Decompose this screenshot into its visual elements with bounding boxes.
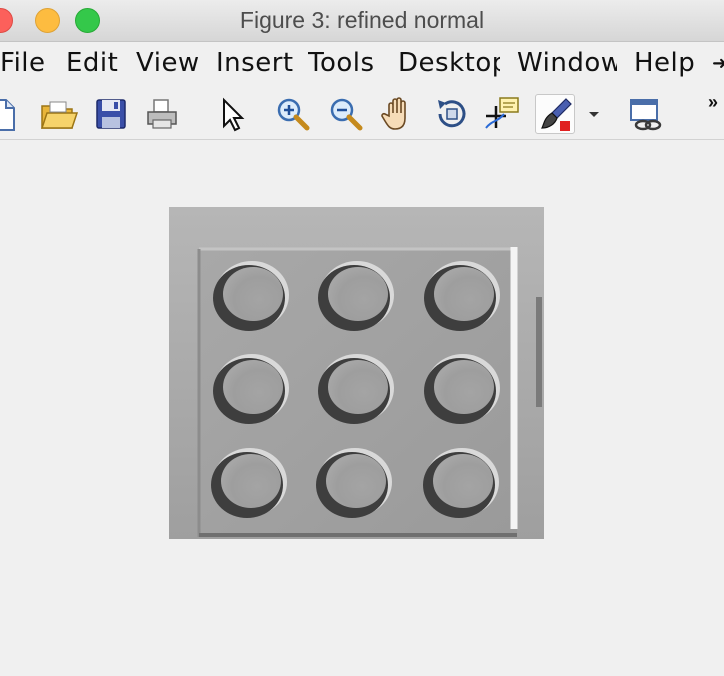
- new-document-icon: [0, 99, 15, 131]
- menu-view[interactable]: View: [136, 48, 200, 78]
- window-title: Figure 3: refined normal: [239, 7, 485, 33]
- menu-file[interactable]: File: [0, 48, 46, 78]
- zoom-in-button[interactable]: [273, 94, 313, 134]
- zoom-in-icon: [277, 98, 310, 131]
- pointer-arrow-icon: [223, 97, 245, 132]
- data-cursor-icon: [485, 97, 519, 129]
- menu-insert[interactable]: Insert: [216, 48, 294, 78]
- menu-overflow-icon[interactable]: ➜: [712, 53, 724, 74]
- zoom-out-button[interactable]: [326, 94, 366, 134]
- menu-edit[interactable]: Edit: [66, 48, 118, 78]
- open-file-button[interactable]: [38, 94, 78, 134]
- new-figure-button[interactable]: [0, 94, 22, 134]
- zoom-out-icon: [330, 98, 363, 131]
- brush-button[interactable]: [535, 94, 575, 134]
- brush-icon: [541, 98, 572, 131]
- edit-plot-button[interactable]: [212, 94, 252, 134]
- link-plot-icon: [630, 99, 662, 131]
- print-button[interactable]: [142, 94, 182, 134]
- figure-toolbar: »: [0, 88, 724, 140]
- data-cursor-button[interactable]: [482, 94, 522, 134]
- save-button[interactable]: [91, 94, 131, 134]
- figure-image: [169, 207, 544, 539]
- menu-bar: File Edit View Insert Tools Desktop Wind…: [0, 43, 724, 85]
- pan-button[interactable]: [379, 94, 419, 134]
- menu-tools[interactable]: Tools: [308, 48, 382, 78]
- toolbar-overflow-icon[interactable]: »: [708, 92, 718, 113]
- menu-desktop[interactable]: Desktop: [398, 48, 500, 78]
- hand-pan-icon: [381, 97, 406, 130]
- rotate-3d-button[interactable]: [432, 94, 472, 134]
- open-folder-icon: [40, 101, 78, 129]
- printer-icon: [147, 99, 177, 129]
- menu-window[interactable]: Window: [517, 48, 617, 78]
- link-plot-button[interactable]: [625, 94, 665, 134]
- normal-map-image: [169, 207, 544, 539]
- menu-help[interactable]: Help: [634, 48, 695, 78]
- rotate-3d-icon: [438, 100, 466, 128]
- caret-down-icon: [589, 112, 599, 117]
- floppy-disk-icon: [96, 99, 126, 129]
- window-titlebar: Figure 3: refined normal: [0, 0, 724, 42]
- brush-dropdown-button[interactable]: [584, 94, 604, 134]
